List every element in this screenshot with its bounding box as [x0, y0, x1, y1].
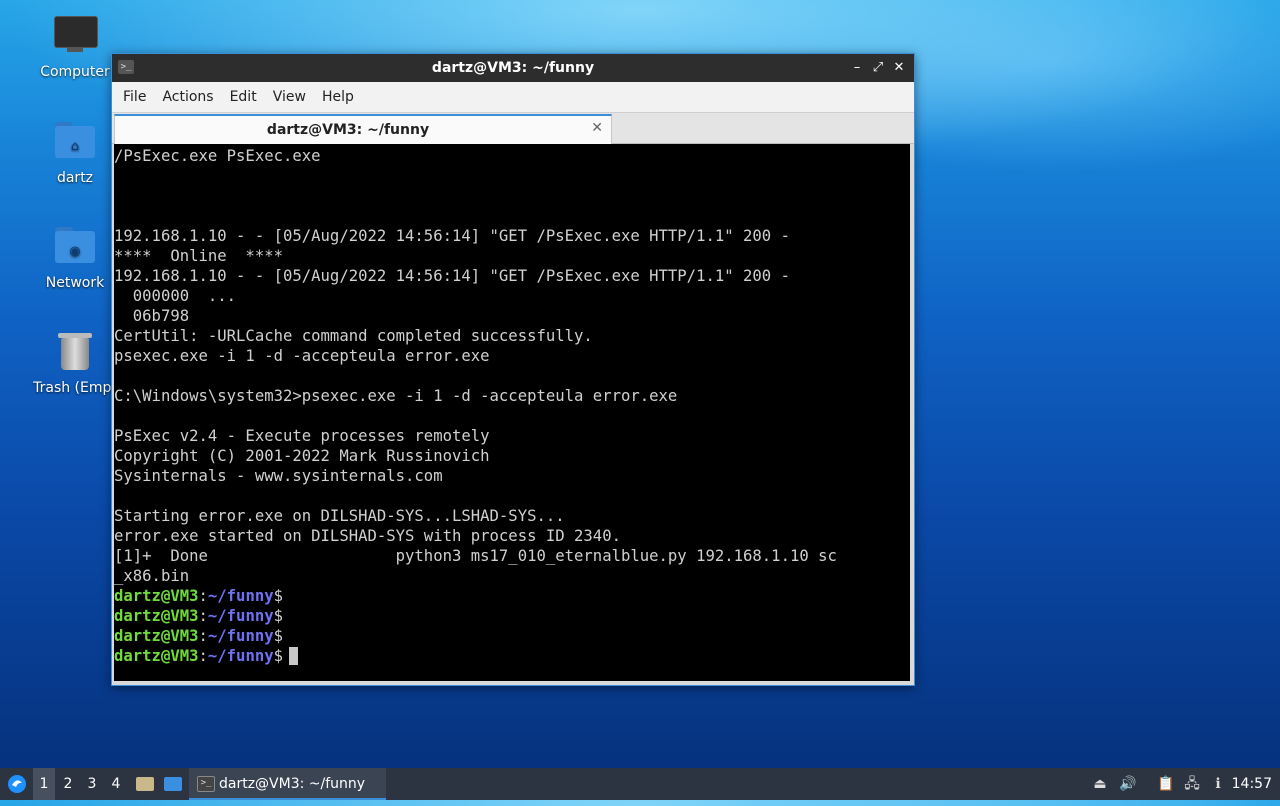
menu-edit[interactable]: Edit — [223, 89, 264, 105]
prompt-path: ~/funny — [207, 587, 274, 605]
terminal-line: [1]+ Done python3 ms17_010_eternalblue.p… — [114, 547, 837, 565]
minimize-button[interactable]: – — [848, 59, 866, 77]
prompt-colon: : — [198, 607, 208, 625]
menu-file[interactable]: File — [116, 89, 153, 105]
network-folder-icon: ◉ — [53, 225, 97, 269]
clock[interactable]: 14:57 — [1232, 768, 1272, 800]
prompt-line: dartz@VM3:~/funny$ — [114, 586, 910, 606]
prompt-line-active[interactable]: dartz@VM3:~/funny$ — [114, 646, 910, 666]
taskbar: 1 2 3 4 >_ dartz@VM3: ~/funny ⏏ 🔊 📋 🖧 ℹ … — [0, 768, 1280, 800]
close-button[interactable]: ✕ — [890, 59, 908, 77]
workspace-4[interactable]: 4 — [105, 768, 127, 800]
file-manager-launcher-icon[interactable] — [134, 768, 156, 800]
prompt-colon: : — [198, 647, 208, 665]
terminal-line: /PsExec.exe PsExec.exe — [114, 147, 321, 165]
desktop-icon-label: Trash (Empt — [33, 380, 117, 396]
prompt-path: ~/funny — [207, 627, 274, 645]
volume-icon[interactable]: 🔊 — [1118, 774, 1138, 794]
prompt-symbol: $ — [273, 647, 283, 665]
tab-label: dartz@VM3: ~/funny — [266, 122, 430, 138]
workspace-2[interactable]: 2 — [57, 768, 79, 800]
terminal-output[interactable]: /PsExec.exe PsExec.exe 192.168.1.10 - - … — [114, 144, 910, 681]
terminal-line: 06b798 — [114, 307, 190, 325]
menu-view[interactable]: View — [266, 89, 313, 105]
terminal-line: C:\Windows\system32>psexec.exe -i 1 -d -… — [114, 387, 678, 405]
prompt-symbol: $ — [273, 587, 283, 605]
terminal-line: **** Online **** — [114, 247, 283, 265]
prompt-user-host: dartz@VM3 — [114, 647, 199, 665]
prompt-path: ~/funny — [207, 607, 274, 625]
tab-terminal[interactable]: dartz@VM3: ~/funny ✕ — [114, 114, 612, 144]
desktop-icon-network[interactable]: ◉ Network — [27, 225, 123, 291]
desktop-icon-label: Computer — [40, 64, 110, 80]
prompt-user-host: dartz@VM3 — [114, 587, 199, 605]
updates-icon[interactable]: ℹ — [1208, 774, 1228, 794]
window-title: dartz@VM3: ~/funny — [431, 60, 595, 76]
prompt-symbol: $ — [273, 627, 283, 645]
terminal-line: Sysinternals - www.sysinternals.com — [114, 467, 443, 485]
home-folder-icon: ⌂ — [53, 120, 97, 164]
taskbar-task-terminal[interactable]: >_ dartz@VM3: ~/funny — [189, 768, 386, 800]
prompt-colon: : — [198, 587, 208, 605]
desktop-icon-home[interactable]: ⌂ dartz — [27, 120, 123, 186]
maximize-button[interactable]: ⤢ — [869, 59, 887, 77]
terminal-line: PsExec v2.4 - Execute processes remotely — [114, 427, 490, 445]
terminal-window[interactable]: >_ dartz@VM3: ~/funny – ⤢ ✕ File Actions… — [111, 53, 915, 686]
prompt-user-host: dartz@VM3 — [114, 627, 199, 645]
text-cursor — [289, 647, 298, 665]
prompt-line: dartz@VM3:~/funny$ — [114, 606, 910, 626]
menu-help[interactable]: Help — [315, 89, 361, 105]
prompt-user-host: dartz@VM3 — [114, 607, 199, 625]
trash-icon — [53, 330, 97, 374]
terminal-line: Copyright (C) 2001-2022 Mark Russinovich — [114, 447, 490, 465]
menu-bar: File Actions Edit View Help — [112, 82, 914, 113]
workspace-3[interactable]: 3 — [81, 768, 103, 800]
terminal-line: error.exe started on DILSHAD-SYS with pr… — [114, 527, 621, 545]
menu-actions[interactable]: Actions — [155, 89, 220, 105]
prompt-symbol: $ — [273, 607, 283, 625]
task-label: dartz@VM3: ~/funny — [219, 776, 366, 792]
desktop-icon-trash[interactable]: Trash (Empt — [27, 330, 123, 396]
workspace-1[interactable]: 1 — [33, 768, 55, 800]
computer-icon — [53, 14, 98, 58]
terminal-line: 000000 ... — [114, 287, 237, 305]
prompt-path: ~/funny — [207, 647, 274, 665]
terminal-line: 192.168.1.10 - - [05/Aug/2022 14:56:14] … — [114, 227, 790, 245]
prompt-line: dartz@VM3:~/funny$ — [114, 626, 910, 646]
clipboard-icon[interactable]: 📋 — [1156, 774, 1176, 794]
eject-icon[interactable]: ⏏ — [1090, 774, 1110, 794]
tab-bar: dartz@VM3: ~/funny ✕ — [112, 113, 914, 144]
terminal-line: 192.168.1.10 - - [05/Aug/2022 14:56:14] … — [114, 267, 790, 285]
terminal-task-icon: >_ — [197, 776, 215, 792]
prompt-colon: : — [198, 627, 208, 645]
start-menu-icon[interactable] — [4, 768, 30, 800]
network-icon[interactable]: 🖧 — [1182, 774, 1202, 794]
show-desktop-icon[interactable] — [162, 768, 184, 800]
terminal-line: CertUtil: -URLCache command completed su… — [114, 327, 593, 345]
desktop-icon-label: Network — [45, 275, 105, 291]
desktop-icon-computer[interactable]: Computer — [27, 14, 123, 80]
terminal-line: Starting error.exe on DILSHAD-SYS...LSHA… — [114, 507, 565, 525]
desktop-icon-label: dartz — [56, 170, 94, 186]
tab-close-icon[interactable]: ✕ — [591, 120, 603, 136]
terminal-line: _x86.bin — [114, 567, 190, 585]
terminal-line: psexec.exe -i 1 -d -accepteula error.exe — [114, 347, 490, 365]
window-titlebar[interactable]: >_ dartz@VM3: ~/funny – ⤢ ✕ — [112, 54, 914, 82]
